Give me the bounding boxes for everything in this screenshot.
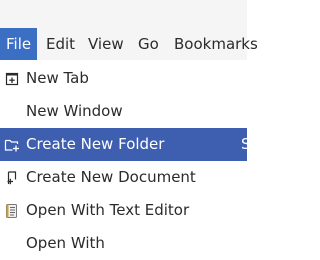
menu-item-label: Open With Text Editor — [26, 201, 190, 219]
menu-item-new-tab[interactable]: New Tab — [0, 62, 247, 95]
new-folder-icon — [4, 139, 19, 152]
menu-edit[interactable]: Edit — [46, 28, 75, 60]
menu-item-open-with[interactable]: Open With — [0, 227, 247, 260]
menu-item-label: Create New Folder — [26, 135, 165, 153]
menu-item-create-new-folder[interactable]: Create New Folder S — [0, 128, 251, 161]
menu-item-create-new-document[interactable]: Create New Document — [0, 161, 247, 194]
file-dropdown-menu: New Tab New Window Create New Folder S C… — [0, 60, 251, 260]
menu-item-shortcut: S — [241, 135, 251, 153]
menu-item-label: Open With — [26, 234, 105, 252]
menu-item-open-with-text-editor[interactable]: Open With Text Editor — [0, 194, 247, 227]
menu-item-new-window[interactable]: New Window — [0, 95, 247, 128]
menu-view[interactable]: View — [88, 28, 124, 60]
menu-file[interactable]: File — [0, 28, 38, 60]
menu-item-label: New Tab — [26, 69, 89, 87]
menu-item-label: New Window — [26, 102, 123, 120]
menu-item-label: Create New Document — [26, 168, 196, 186]
menu-go[interactable]: Go — [138, 28, 159, 60]
new-document-icon — [7, 171, 17, 185]
menu-bookmarks[interactable]: Bookmarks — [174, 28, 258, 60]
text-editor-icon — [6, 204, 17, 218]
menubar: File Edit View Go Bookmarks — [0, 0, 258, 60]
new-tab-icon — [5, 72, 19, 86]
